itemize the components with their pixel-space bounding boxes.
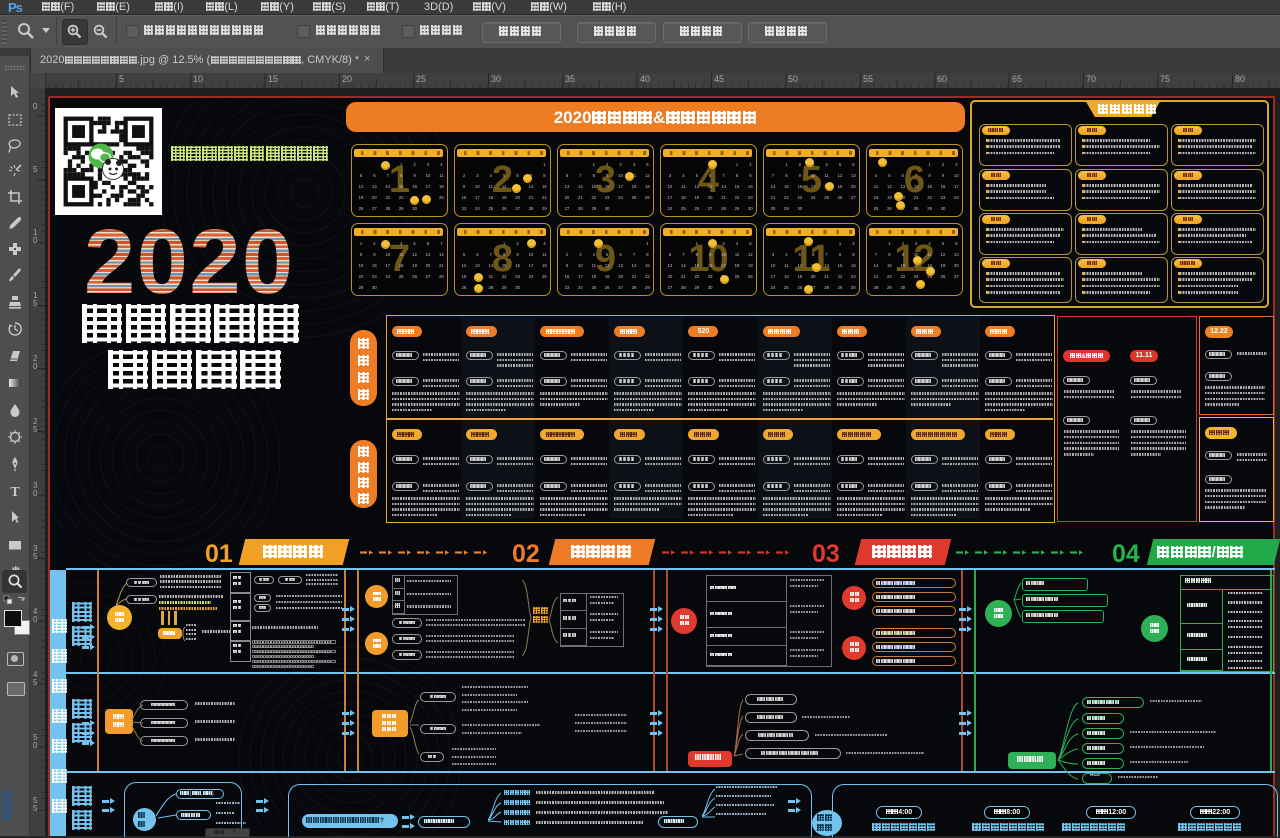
svg-text:T: T bbox=[10, 485, 20, 499]
